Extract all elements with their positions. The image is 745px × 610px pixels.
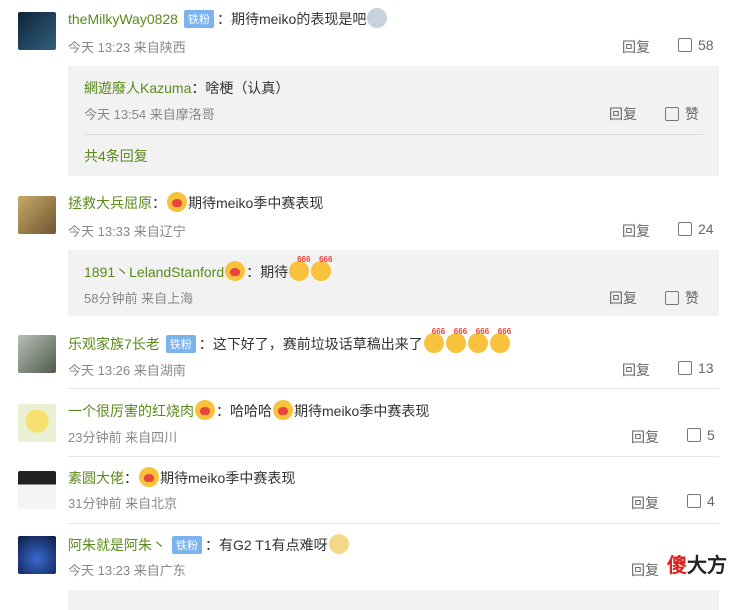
username-link[interactable]: 拯救大兵屈原 <box>68 195 152 211</box>
divider <box>84 134 703 135</box>
username-link[interactable]: 1891丶LelandStanford <box>84 264 224 280</box>
thumbs-up-icon <box>687 494 701 508</box>
avatar[interactable] <box>18 404 56 442</box>
reply-button[interactable]: 回复 <box>622 360 650 380</box>
separator: ： <box>205 537 219 553</box>
comment-text: 期待meiko季中赛表现 <box>160 470 296 486</box>
comment-meta: 23分钟前 来自四川 <box>68 430 178 445</box>
username-link[interactable]: 一个很厉害的红烧肉 <box>68 403 194 419</box>
thumbs-up-icon <box>665 107 679 121</box>
separator: ： <box>216 403 230 419</box>
like-button[interactable]: 赞 <box>665 104 699 124</box>
separator: ： <box>216 11 231 27</box>
666-emoji-icon <box>467 327 489 353</box>
avatar[interactable] <box>18 536 56 574</box>
comment-text-2: 期待meiko季中赛表现 <box>294 403 430 419</box>
reply-meta: 58分钟前 来自上海 <box>84 291 194 306</box>
subreply-box: 1891丶LelandStanford ：期待 58分钟前 来自上海 回复 赞 <box>68 250 719 316</box>
666-emoji-icon <box>423 327 445 353</box>
comment-text: 期待meiko季中赛表现 <box>188 195 324 211</box>
like-count: 58 <box>698 37 714 53</box>
reply-button[interactable]: 回复 <box>622 221 650 241</box>
like-button[interactable]: 4 <box>687 493 715 509</box>
heart-eyes-emoji-icon <box>273 400 293 420</box>
avatar[interactable] <box>18 12 56 50</box>
subreply-box: 網遊廢人Kazuma：啥梗（认真） 今天 13:54 来自摩洛哥 回复 赞 共4… <box>68 66 719 176</box>
like-count: 5 <box>707 427 715 443</box>
subreply-box-partial <box>68 590 719 610</box>
divider <box>68 456 719 457</box>
reply-button[interactable]: 回复 <box>609 288 637 308</box>
username-link[interactable]: 阿朱就是阿朱丶 <box>68 537 166 553</box>
separator: ： <box>124 470 138 486</box>
like-label: 赞 <box>685 290 699 306</box>
thumbs-up-icon <box>665 291 679 305</box>
like-button[interactable]: 赞 <box>665 288 699 308</box>
like-button[interactable]: 58 <box>678 37 714 53</box>
thumbs-up-icon <box>678 222 692 236</box>
like-count: 24 <box>698 221 714 237</box>
dog-emoji-icon <box>367 8 388 28</box>
avatar[interactable] <box>18 335 56 373</box>
username-link[interactable]: 網遊廢人Kazuma <box>84 80 191 96</box>
like-button[interactable]: 5 <box>687 427 715 443</box>
666-emoji-icon <box>289 255 310 281</box>
like-count: 13 <box>698 360 714 376</box>
comment-meta: 今天 13:23 来自陕西 <box>68 40 186 55</box>
separator: ： <box>152 195 166 211</box>
like-button[interactable]: 13 <box>678 360 714 376</box>
comment-meta: 31分钟前 来自北京 <box>68 496 178 511</box>
heart-eyes-emoji-icon <box>139 467 159 487</box>
reply-button[interactable]: 回复 <box>631 427 659 447</box>
username-link[interactable]: 乐观家族7长老 <box>68 336 160 352</box>
separator: ： <box>191 80 206 96</box>
fan-badge[interactable]: 铁粉 <box>172 536 202 554</box>
avatar[interactable] <box>18 471 56 509</box>
avatar[interactable] <box>18 196 56 234</box>
reply-button[interactable]: 回复 <box>631 493 659 513</box>
comment-meta: 今天 13:23 来自广东 <box>68 563 186 578</box>
username-link[interactable]: theMilkyWay0828 <box>68 11 178 27</box>
username-link[interactable]: 素圆大佬 <box>68 470 124 486</box>
fan-badge[interactable]: 铁粉 <box>165 335 196 353</box>
cat-face-emoji-icon <box>328 534 349 554</box>
reply-text: 期待 <box>260 264 289 280</box>
divider <box>68 523 719 524</box>
666-emoji-icon <box>311 255 332 281</box>
like-label: 赞 <box>685 106 699 122</box>
comment-text: 期待meiko的表现是吧 <box>230 11 367 27</box>
thumbs-up-icon <box>678 361 692 375</box>
thumbs-up-icon <box>687 428 701 442</box>
heart-eyes-emoji-icon <box>195 400 215 420</box>
more-replies-link[interactable]: 共4条回复 <box>84 146 148 166</box>
reply-button[interactable]: 回复 <box>609 104 637 124</box>
divider <box>68 388 719 389</box>
666-emoji-icon <box>489 327 511 353</box>
reply-meta: 今天 13:54 来自摩洛哥 <box>84 107 215 122</box>
heart-eyes-emoji-icon <box>167 192 187 212</box>
watermark-logo: 傻大方 <box>667 555 727 577</box>
comment-meta: 今天 13:33 来自辽宁 <box>68 224 186 239</box>
separator: ： <box>198 336 213 352</box>
comment-text: 哈哈哈 <box>230 403 272 419</box>
reply-button[interactable]: 回复 <box>622 37 650 57</box>
reply-button[interactable]: 回复 <box>631 560 659 580</box>
like-count: 4 <box>707 493 715 509</box>
like-button[interactable]: 24 <box>678 221 714 237</box>
reply-text: 啥梗（认真） <box>205 80 290 96</box>
comment-meta: 今天 13:26 来自湖南 <box>68 363 186 378</box>
comment-text: 有G2 T1有点难呀 <box>219 537 328 553</box>
heart-eyes-emoji-icon <box>225 261 246 281</box>
comment-text: 这下好了，赛前垃圾话草稿出来了 <box>212 336 423 352</box>
fan-badge[interactable]: 铁粉 <box>183 10 214 28</box>
separator: ： <box>246 264 261 280</box>
666-emoji-icon <box>445 327 467 353</box>
thumbs-up-icon <box>678 38 692 52</box>
